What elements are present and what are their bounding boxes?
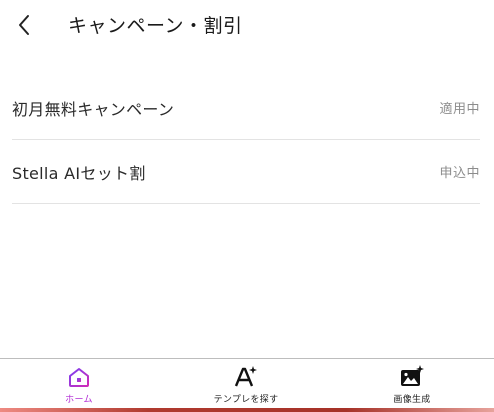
text-sparkle-icon bbox=[233, 365, 259, 389]
campaign-row[interactable]: 初月無料キャンペーン 適用中 bbox=[12, 76, 480, 140]
nav-label-templates: テンプレを探す bbox=[213, 395, 279, 405]
campaigns-screen: キャンペーン・割引 初月無料キャンペーン 適用中 Stella AIセット割 申… bbox=[0, 0, 494, 412]
campaign-label: Stella AIセット割 bbox=[12, 163, 146, 183]
nav-item-image-generation[interactable]: 画像生成 bbox=[352, 359, 472, 409]
chevron-left-icon bbox=[19, 15, 29, 35]
page-title: キャンペーン・割引 bbox=[68, 15, 243, 37]
campaign-status: 申込中 bbox=[439, 166, 480, 181]
nav-item-home[interactable]: ホーム bbox=[19, 359, 139, 409]
campaign-row[interactable]: Stella AIセット割 申込中 bbox=[12, 140, 480, 204]
bottom-nav: ホーム テンプレを探す 画像生成 bbox=[0, 358, 494, 412]
campaign-status: 適用中 bbox=[439, 102, 480, 117]
bottom-accent-bar bbox=[0, 408, 494, 412]
header: キャンペーン・割引 bbox=[0, 0, 494, 54]
image-sparkle-icon bbox=[399, 365, 425, 389]
back-button[interactable] bbox=[10, 10, 38, 40]
nav-label-home: ホーム bbox=[65, 395, 93, 405]
campaign-label: 初月無料キャンペーン bbox=[12, 99, 175, 119]
nav-item-templates[interactable]: テンプレを探す bbox=[186, 359, 306, 409]
nav-label-image-generation: 画像生成 bbox=[393, 395, 431, 405]
home-icon bbox=[66, 365, 92, 389]
campaign-list: 初月無料キャンペーン 適用中 Stella AIセット割 申込中 bbox=[12, 76, 480, 204]
